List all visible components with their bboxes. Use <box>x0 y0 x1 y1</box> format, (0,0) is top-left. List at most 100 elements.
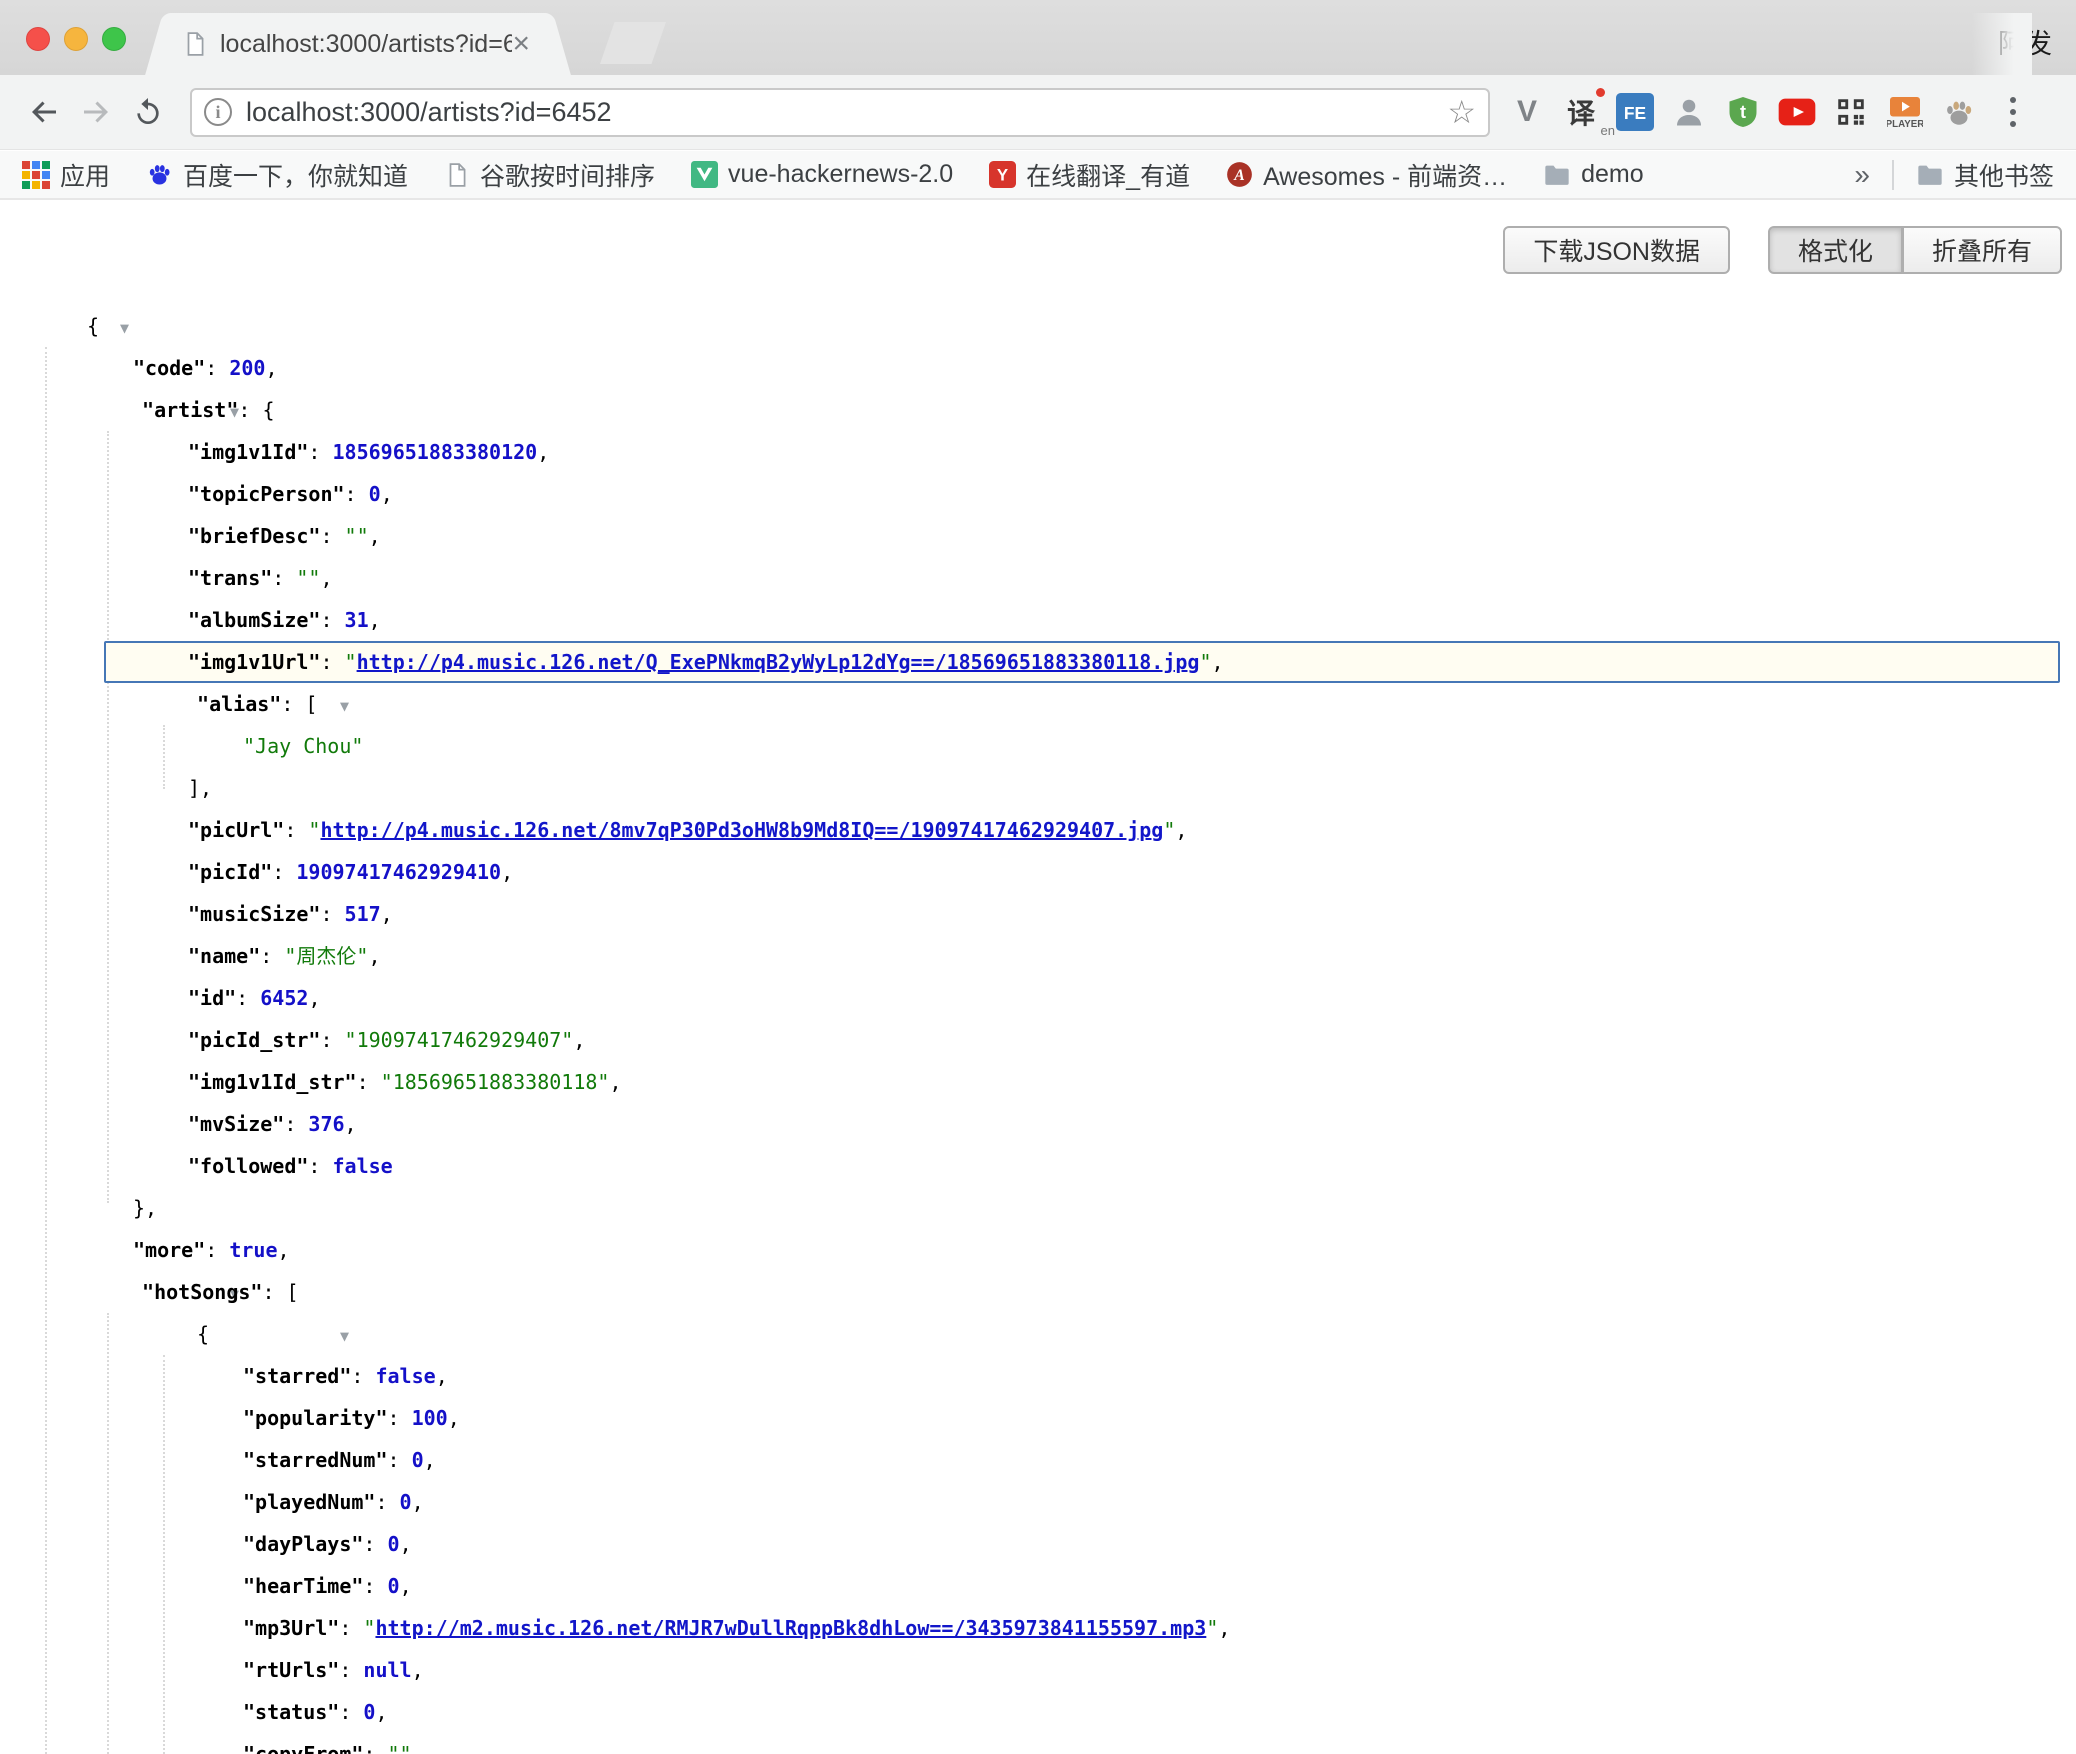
bookmark-vue-hackernews[interactable]: vue-hackernews-2.0 <box>691 160 953 189</box>
json-token-s: " <box>1206 1616 1218 1640</box>
qr-code-extension-icon[interactable] <box>1824 84 1878 140</box>
bookmark-youdao-translate[interactable]: Y 在线翻译_有道 <box>989 157 1190 193</box>
bookmarks-overflow-chevron[interactable]: » <box>1854 159 1870 191</box>
json-token-b: null <box>363 1658 411 1682</box>
json-token-s: " <box>308 818 320 842</box>
json-token-p: : <box>284 818 308 842</box>
json-token-s: " <box>1199 650 1211 674</box>
collapse-all-button[interactable]: 折叠所有 <box>1903 226 2062 274</box>
json-token-p: , <box>573 1028 585 1052</box>
json-token-s: "19097417462929407" <box>345 1028 574 1052</box>
json-line: ▼"artist": { <box>0 389 2076 431</box>
json-token-k: "status" <box>243 1700 339 1724</box>
json-token-k: "playedNum" <box>243 1490 375 1514</box>
vimium-extension-icon[interactable]: V <box>1500 84 1554 140</box>
bookmark-folder-demo[interactable]: demo <box>1543 160 1644 189</box>
window-minimize-button[interactable] <box>64 27 88 51</box>
reload-button[interactable] <box>122 86 174 138</box>
json-token-p: , <box>1212 650 1224 674</box>
json-line: "more": true, <box>0 1229 2076 1271</box>
bookmarks-separator <box>1892 160 1894 190</box>
site-info-icon[interactable]: i <box>204 98 232 126</box>
json-token-s: "18569651883380118" <box>381 1070 610 1094</box>
browser-window: localhost:3000/artists?id=645 × 阿发 i loc… <box>0 0 2076 1754</box>
svg-text:t: t <box>1740 102 1746 122</box>
bookmark-baidu[interactable]: 百度一下，你就知道 <box>146 157 408 193</box>
json-token-s: "" <box>345 524 369 548</box>
player-extension-icon[interactable]: PLAYER <box>1878 84 1932 140</box>
format-button[interactable]: 格式化 <box>1768 226 1903 274</box>
youtube-extension-icon[interactable] <box>1770 84 1824 140</box>
bookmark-apps[interactable]: 应用 <box>22 157 110 193</box>
shield-extension-icon[interactable]: t <box>1716 84 1770 140</box>
tab-close-icon[interactable]: × <box>512 29 530 59</box>
json-token-p: : <box>272 566 296 590</box>
json-token-p: : <box>351 1364 375 1388</box>
json-url-link[interactable]: http://p4.music.126.net/Q_ExePNkmqB2yWyL… <box>357 650 1200 674</box>
bookmark-google-sort[interactable]: 谷歌按时间排序 <box>444 157 655 193</box>
translate-extension-icon[interactable]: 译en <box>1554 84 1608 140</box>
json-url-link[interactable]: http://p4.music.126.net/8mv7qP30Pd3oHW8b… <box>320 818 1163 842</box>
json-token-p: : [ <box>281 692 317 716</box>
address-bar[interactable]: i localhost:3000/artists?id=6452 ☆ <box>190 88 1490 137</box>
json-token-p: : <box>339 1700 363 1724</box>
json-line: "picId": 19097417462929410, <box>0 851 2076 893</box>
json-token-p: { <box>197 1322 209 1346</box>
browser-tab[interactable]: localhost:3000/artists?id=645 × <box>168 13 548 75</box>
baidu-paw-icon <box>146 161 173 188</box>
json-token-k: "hotSongs" <box>142 1280 262 1304</box>
svg-text:FE: FE <box>1624 103 1646 123</box>
json-token-s: " <box>363 1616 375 1640</box>
json-token-p: , <box>448 1406 460 1430</box>
bookmark-star-icon[interactable]: ☆ <box>1447 96 1476 128</box>
json-line: ▼"hotSongs": [ <box>0 1271 2076 1313</box>
json-token-p: , <box>400 1574 412 1598</box>
json-token-k: "popularity" <box>243 1406 388 1430</box>
json-token-p: : <box>339 1616 363 1640</box>
json-token-n: 517 <box>345 902 381 926</box>
browser-menu-icon[interactable] <box>1986 84 2040 140</box>
collapse-toggle-icon[interactable]: ▼ <box>340 697 349 715</box>
folder-icon <box>1916 161 1944 189</box>
forward-button[interactable] <box>70 86 122 138</box>
json-token-p: : <box>260 944 284 968</box>
json-line: "picUrl": "http://p4.music.126.net/8mv7q… <box>0 809 2076 851</box>
json-token-k: "code" <box>133 356 205 380</box>
collapse-toggle-icon[interactable]: ▼ <box>340 1327 349 1345</box>
url-text[interactable]: localhost:3000/artists?id=6452 <box>246 97 1447 128</box>
paw-extension-icon[interactable] <box>1932 84 1986 140</box>
json-token-p: : <box>357 1070 381 1094</box>
json-token-p: : <box>308 440 332 464</box>
bookmark-folder-others[interactable]: 其他书签 <box>1916 157 2054 193</box>
json-line: "copyFrom": "", <box>0 1733 2076 1754</box>
json-token-n: 100 <box>412 1406 448 1430</box>
json-line: ], <box>0 767 2076 809</box>
collapse-toggle-icon[interactable]: ▼ <box>120 319 129 337</box>
download-json-button[interactable]: 下载JSON数据 <box>1503 226 1730 274</box>
json-token-s: "" <box>388 1742 412 1754</box>
bookmark-awesomes[interactable]: A Awesomes - 前端资… <box>1226 157 1507 193</box>
json-token-p: : <box>272 860 296 884</box>
json-line: "status": 0, <box>0 1691 2076 1733</box>
json-line: "popularity": 100, <box>0 1397 2076 1439</box>
svg-text:PLAYER: PLAYER <box>1887 119 1923 130</box>
window-zoom-button[interactable] <box>102 27 126 51</box>
json-line: "albumSize": 31, <box>0 599 2076 641</box>
json-line: "img1v1Id": 18569651883380120, <box>0 431 2076 473</box>
new-tab-button[interactable] <box>600 22 666 64</box>
json-tree: ▼{"code": 200,▼"artist": {"img1v1Id": 18… <box>0 305 2076 1754</box>
profile-person-icon[interactable] <box>1662 84 1716 140</box>
window-close-button[interactable] <box>26 27 50 51</box>
json-token-p: : <box>363 1532 387 1556</box>
json-line: "starred": false, <box>0 1355 2076 1397</box>
json-url-link[interactable]: http://m2.music.126.net/RMJR7wDullRqppBk… <box>375 1616 1206 1640</box>
json-token-p: , <box>308 986 320 1010</box>
json-token-p: : { <box>238 398 274 422</box>
json-line: ▼{ <box>0 305 2076 347</box>
fe-extension-icon[interactable]: FE <box>1608 84 1662 140</box>
json-token-s: "" <box>296 566 320 590</box>
json-token-p: : <box>363 1742 387 1754</box>
back-button[interactable] <box>18 86 70 138</box>
json-token-p: : <box>320 650 344 674</box>
json-token-k: "mvSize" <box>188 1112 284 1136</box>
